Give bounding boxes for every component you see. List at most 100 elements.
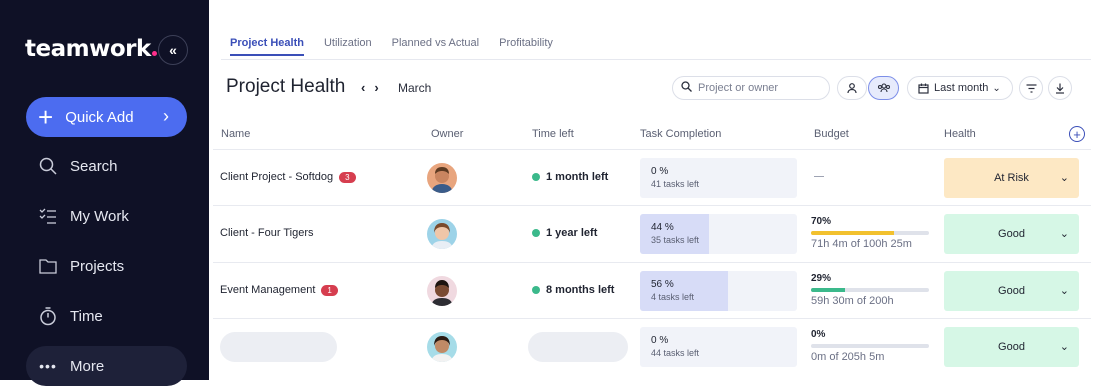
search-icon xyxy=(38,156,58,176)
users-icon xyxy=(877,83,890,93)
time-left-cell: 1 month left xyxy=(532,171,608,183)
task-percent: 44 % xyxy=(651,222,674,233)
period-dropdown[interactable]: Last month ⌄ xyxy=(907,76,1013,100)
task-completion-cell[interactable]: 44 % 35 tasks left xyxy=(640,214,797,254)
current-month: March xyxy=(398,81,432,95)
column-header-budget[interactable]: Budget xyxy=(814,128,849,140)
chevron-down-icon: ⌄ xyxy=(1059,172,1069,184)
team-view-button[interactable] xyxy=(868,76,899,100)
budget-percent: 29% xyxy=(811,273,832,284)
quick-add-button[interactable]: + Quick Add › xyxy=(26,97,187,137)
stopwatch-icon xyxy=(38,306,58,326)
double-chevron-left-icon: « xyxy=(169,42,177,58)
sidebar-item-time[interactable]: Time xyxy=(26,296,187,336)
filter-button[interactable] xyxy=(1019,76,1043,100)
owner-avatar[interactable] xyxy=(427,332,457,362)
page-title: Project Health xyxy=(226,76,346,97)
budget-cell: 0% 0m of 205h 5m xyxy=(811,329,931,363)
download-button[interactable] xyxy=(1048,76,1072,100)
task-percent: 0 % xyxy=(651,166,669,177)
budget-hours: 59h 30m of 200h xyxy=(811,295,894,307)
table-row[interactable]: 0 % 44 tasks left 0% 0m of 205h 5m Good … xyxy=(213,318,1091,375)
tab-utilization[interactable]: Utilization xyxy=(324,37,372,56)
quick-add-label: Quick Add xyxy=(65,108,134,126)
tab-planned-vs-actual[interactable]: Planned vs Actual xyxy=(392,37,479,56)
project-name-cell[interactable]: Event Management 1 xyxy=(220,284,338,296)
column-header-time-left[interactable]: Time left xyxy=(532,128,574,140)
project-name-cell[interactable]: Client - Four Tigers xyxy=(220,227,314,239)
download-icon xyxy=(1056,83,1064,94)
budget-progress-fill xyxy=(811,288,846,292)
sidebar-item-label: Projects xyxy=(70,257,125,275)
filter-icon xyxy=(1026,83,1036,93)
budget-percent: 70% xyxy=(811,216,832,227)
health-status: Good xyxy=(998,285,1025,297)
sidebar-item-more[interactable]: ••• More xyxy=(26,346,187,386)
table-row[interactable]: Client - Four Tigers 1 year left 44 % 35… xyxy=(213,205,1091,262)
folder-icon xyxy=(38,256,58,276)
task-completion-cell[interactable]: 0 % 44 tasks left xyxy=(640,327,797,367)
chevron-down-icon: ⌄ xyxy=(1059,228,1069,240)
chevron-right-icon: › xyxy=(163,106,169,126)
chevron-down-icon: ⌄ xyxy=(1059,341,1069,353)
health-dropdown[interactable]: Good ⌄ xyxy=(944,271,1079,311)
sidebar-item-label: My Work xyxy=(70,207,129,225)
owner-avatar[interactable] xyxy=(427,163,457,193)
column-header-health[interactable]: Health xyxy=(944,128,976,140)
time-left-placeholder xyxy=(528,332,628,362)
owner-avatar[interactable] xyxy=(427,276,457,306)
chevron-right-icon[interactable]: › xyxy=(374,80,387,95)
chevron-left-icon[interactable]: ‹ xyxy=(361,80,374,95)
search-icon xyxy=(681,81,692,95)
project-name-cell[interactable]: Client Project - Softdog 3 xyxy=(220,171,356,183)
column-header-task-completion[interactable]: Task Completion xyxy=(640,128,721,140)
owner-avatar[interactable] xyxy=(427,219,457,249)
name-placeholder xyxy=(220,332,337,362)
budget-progress-bar xyxy=(811,288,929,292)
budget-percent: 0% xyxy=(811,329,826,340)
sidebar-item-my-work[interactable]: My Work xyxy=(26,196,187,236)
sidebar: teamwork « + Quick Add › Search My Work … xyxy=(0,0,209,386)
search-input[interactable]: Project or owner xyxy=(672,76,830,100)
user-icon xyxy=(847,83,857,94)
status-dot xyxy=(532,229,540,237)
calendar-icon xyxy=(918,83,929,94)
column-header-name[interactable]: Name xyxy=(221,128,250,140)
budget-cell: 70% 71h 4m of 100h 25m xyxy=(811,216,931,250)
time-left-cell: 1 year left xyxy=(532,227,597,239)
project-name: Client - Four Tigers xyxy=(220,227,314,239)
project-name: Event Management xyxy=(220,284,316,296)
task-completion-cell[interactable]: 0 % 41 tasks left xyxy=(640,158,797,198)
tabs-divider xyxy=(221,59,1091,60)
single-user-view-button[interactable] xyxy=(837,76,867,100)
budget-hours: 71h 4m of 100h 25m xyxy=(811,238,912,250)
budget-empty-dash xyxy=(814,176,824,177)
task-percent: 56 % xyxy=(651,279,674,290)
health-dropdown[interactable]: At Risk ⌄ xyxy=(944,158,1079,198)
column-header-owner[interactable]: Owner xyxy=(431,128,463,140)
app-logo[interactable]: teamwork xyxy=(25,36,157,62)
sidebar-item-label: Time xyxy=(70,307,103,325)
sidebar-item-projects[interactable]: Projects xyxy=(26,246,187,286)
table-row[interactable]: Client Project - Softdog 3 1 month left … xyxy=(213,149,1091,206)
task-progress-fill xyxy=(640,271,728,311)
collapse-sidebar-button[interactable]: « xyxy=(158,35,188,65)
period-label: Last month xyxy=(934,82,989,94)
tasks-left: 44 tasks left xyxy=(651,348,700,358)
tab-profitability[interactable]: Profitability xyxy=(499,37,553,56)
tasks-left: 4 tasks left xyxy=(651,292,695,302)
task-completion-cell[interactable]: 56 % 4 tasks left xyxy=(640,271,797,311)
health-dropdown[interactable]: Good ⌄ xyxy=(944,327,1079,367)
table-row[interactable]: Event Management 1 8 months left 56 % 4 … xyxy=(213,262,1091,319)
health-dropdown[interactable]: Good ⌄ xyxy=(944,214,1079,254)
sidebar-item-search[interactable]: Search xyxy=(26,146,187,186)
tab-project-health[interactable]: Project Health xyxy=(230,37,304,56)
search-placeholder: Project or owner xyxy=(698,82,779,94)
status-dot xyxy=(532,286,540,294)
logo-dot xyxy=(151,51,157,56)
health-status: Good xyxy=(998,228,1025,240)
budget-hours: 0m of 205h 5m xyxy=(811,351,885,363)
health-status: At Risk xyxy=(994,172,1029,184)
add-column-button[interactable]: + xyxy=(1069,126,1085,142)
plus-icon: + xyxy=(1073,126,1081,142)
